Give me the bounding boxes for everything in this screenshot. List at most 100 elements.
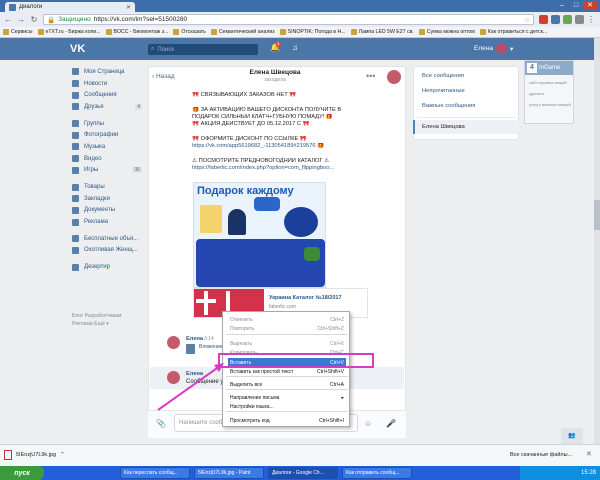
- context-menu-item[interactable]: Вырезать Ctrl+X: [228, 339, 346, 348]
- scrollbar-thumb[interactable]: [594, 200, 600, 230]
- menu-icon[interactable]: ⋮: [587, 15, 596, 24]
- close-window-icon[interactable]: ✕: [583, 1, 597, 10]
- all-downloads-link[interactable]: Все скачанные файлы...: [510, 452, 572, 458]
- reload-icon[interactable]: ↻: [30, 15, 38, 24]
- sidebar-item-label: Закладки: [84, 195, 110, 202]
- microphone-icon[interactable]: 🎤: [386, 419, 396, 428]
- attachment-name[interactable]: Вложение: [199, 344, 223, 350]
- paperclip-icon[interactable]: 📎: [156, 419, 166, 428]
- filter-important[interactable]: Важные сообщения: [422, 103, 475, 109]
- sidebar-item[interactable]: Музыка: [72, 141, 142, 153]
- sidebar-item-icon: [72, 91, 79, 99]
- menu-separator: [226, 411, 348, 412]
- bookmark-item[interactable]: Как отравиться с детск...: [479, 29, 547, 35]
- sidebar-item[interactable]: Сообщения: [72, 89, 142, 101]
- sidebar-item[interactable]: Друзья 4: [72, 101, 142, 113]
- back-button[interactable]: ‹ Назад: [152, 73, 175, 80]
- message-text: 🎀 СВЯЗЫВАЮЩИХ ЗАКАЗОВ НЕТ 🎀 🎁 ЗА АКТИВАЦ…: [192, 92, 392, 172]
- bookmark-item[interactable]: Сумка можна оптом: [418, 29, 475, 35]
- sidebar-item-icon: [72, 206, 79, 214]
- tab-close-icon[interactable]: ✕: [126, 4, 131, 11]
- context-menu-item[interactable]: Настройки языка...: [228, 402, 346, 411]
- vk-search-input[interactable]: ⌕ Поиск: [148, 44, 258, 55]
- extension-icon[interactable]: [551, 15, 560, 24]
- context-menu-item[interactable]: Отменить Ctrl+Z: [228, 315, 346, 324]
- taskbar-item[interactable]: Как переслать сообщ...: [120, 467, 190, 479]
- sidebar-item[interactable]: Группы: [72, 118, 142, 130]
- download-item[interactable]: 5IEnzjU7L9k.jpg ⌃: [4, 447, 124, 463]
- message-author[interactable]: Елена: [186, 336, 203, 342]
- menu-separator: [226, 389, 348, 390]
- bookmark-label: Сервисы: [11, 29, 33, 35]
- star-icon[interactable]: ☆: [524, 16, 530, 24]
- dialogs-button[interactable]: 👥: [561, 428, 583, 444]
- sidebar-item[interactable]: Закладки: [72, 193, 142, 205]
- extension-icon[interactable]: [575, 15, 584, 24]
- file-icon[interactable]: [186, 344, 195, 354]
- footer-link-row[interactable]: Блог Разработчикам: [72, 312, 142, 320]
- bookmark-item[interactable]: BOCC - Биомонтаж з...: [105, 29, 168, 35]
- sidebar-item-label: Фотографии: [84, 132, 119, 139]
- sidebar-item[interactable]: Моя Страница: [72, 66, 142, 78]
- forward-icon[interactable]: →: [17, 15, 25, 24]
- menu-item-label: Повторить: [230, 325, 255, 332]
- selected-dialog-label: Елена Швецова: [422, 124, 465, 130]
- sidebar-item[interactable]: Документы: [72, 205, 142, 217]
- avatar[interactable]: [167, 336, 180, 349]
- extension-icon[interactable]: [539, 15, 548, 24]
- sidebar-item[interactable]: Товары: [72, 181, 142, 193]
- vk-logo[interactable]: VK: [70, 42, 90, 56]
- taskbar-item[interactable]: Как отправить сообщ...: [342, 467, 412, 479]
- bookmark-icon: [3, 29, 9, 35]
- emoji-icon[interactable]: ☺: [364, 419, 372, 428]
- close-icon[interactable]: ✕: [586, 450, 592, 458]
- sidebar-item[interactable]: Видео: [72, 153, 142, 165]
- bookmark-item[interactable]: SINOPTIK: Погода в Н...: [279, 29, 346, 35]
- more-icon[interactable]: •••: [366, 71, 375, 81]
- browser-tab[interactable]: Диалоги ✕: [5, 2, 135, 12]
- url-field[interactable]: 🔒 Защищено https://vk.com/im?sel=5150028…: [43, 14, 534, 25]
- maximize-icon[interactable]: □: [569, 1, 583, 10]
- back-icon[interactable]: ←: [4, 15, 12, 24]
- message-line: ПОДАРОК СИЛЬНЫЙ КЛАТЧ+ГУБНУЮ ПОМАДУ! 🎁: [192, 113, 333, 120]
- taskbar-item[interactable]: 5IEnzjU7L9k.jpg - Paint: [194, 467, 264, 479]
- minimize-icon[interactable]: –: [555, 1, 569, 10]
- bookmark-item[interactable]: Отсказать: [173, 29, 206, 35]
- bookmark-item[interactable]: Лампа LED 5W E27 св.: [350, 29, 414, 35]
- sidebar-item[interactable]: Охотливая Женщ...: [72, 245, 142, 257]
- filter-unread[interactable]: Непрочитанные: [422, 88, 465, 94]
- context-menu-item[interactable]: Повторить Ctrl+Shift+Z: [228, 324, 346, 333]
- promo-image[interactable]: Подарок каждому: [193, 182, 326, 288]
- scrollbar[interactable]: [594, 38, 600, 450]
- bookmark-item[interactable]: eTXT.ru - Биржа копи...: [37, 29, 101, 35]
- message-line[interactable]: https://vk.com/app5619682_-113054189#219…: [192, 143, 392, 150]
- sidebar-item[interactable]: Новости: [72, 78, 142, 90]
- message-line[interactable]: https://faberlic.com/index.php?option=co…: [192, 165, 392, 172]
- extension-icon[interactable]: [563, 15, 572, 24]
- menu-item-label: Вырезать: [230, 340, 253, 347]
- avatar[interactable]: [387, 70, 401, 84]
- taskbar-item[interactable]: Диалоги - Google Ch...: [268, 467, 338, 479]
- bookmark-item[interactable]: Сервисы: [3, 29, 33, 35]
- user-menu[interactable]: Елена ▾: [474, 43, 513, 54]
- sidebar-item[interactable]: Фотографии: [72, 129, 142, 141]
- download-filename: 5IEnzjU7L9k.jpg: [16, 452, 57, 458]
- start-button[interactable]: пуск: [0, 466, 44, 480]
- sidebar-item[interactable]: Бесплатные объя...: [72, 233, 142, 245]
- context-menu-item[interactable]: Вставить как простой текст Ctrl+Shift+V: [228, 367, 346, 376]
- menu-item-label: Направление письма: [230, 394, 280, 401]
- context-menu-item[interactable]: Просмотреть код Ctrl+Shift+I: [228, 416, 346, 425]
- chat-title[interactable]: Елена Швецова: [230, 69, 320, 76]
- footer-links: Блог Разработчикам Реклама Ещё ▾: [72, 312, 142, 328]
- bookmark-item[interactable]: Семантический анализ: [210, 29, 275, 35]
- music-icon[interactable]: ♫: [292, 43, 298, 52]
- extension-widget[interactable]: InGame 4 сайт игровых вещей удалить услу…: [524, 60, 574, 124]
- context-menu-item[interactable]: Выделить все Ctrl+A: [228, 380, 346, 389]
- sidebar-item[interactable]: Игры 36: [72, 165, 142, 177]
- footer-link-row[interactable]: Реклама Ещё ▾: [72, 320, 142, 328]
- filter-all-messages[interactable]: Все сообщения: [422, 73, 464, 79]
- context-menu-item[interactable]: Направление письма ▸: [228, 393, 346, 402]
- sidebar-item[interactable]: Дезертир: [72, 261, 142, 273]
- sidebar-item[interactable]: Реклама: [72, 216, 142, 228]
- chevron-up-icon[interactable]: ⌃: [60, 452, 65, 458]
